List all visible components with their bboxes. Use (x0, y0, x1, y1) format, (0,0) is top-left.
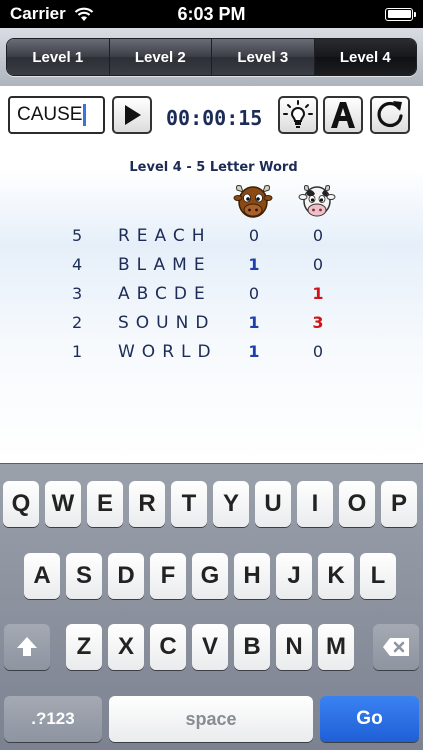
key-f[interactable]: F (150, 553, 186, 599)
key-b[interactable]: B (234, 624, 270, 670)
key-i[interactable]: I (297, 481, 333, 527)
shift-key[interactable] (4, 624, 50, 670)
key-z[interactable]: Z (66, 624, 102, 670)
cows-count: 0 (312, 342, 324, 361)
guess-row: 3 ABCDE 0 1 (0, 284, 423, 308)
guess-number: 1 (72, 342, 83, 361)
key-d[interactable]: D (108, 553, 144, 599)
key-k[interactable]: K (318, 553, 354, 599)
key-s[interactable]: S (66, 553, 102, 599)
guess-number: 4 (72, 255, 83, 274)
carrier-label: Carrier (10, 4, 66, 23)
delete-key[interactable] (373, 624, 419, 670)
go-key[interactable]: Go (320, 696, 419, 742)
hint-button[interactable] (278, 96, 318, 134)
key-o[interactable]: O (339, 481, 375, 527)
key-p[interactable]: P (381, 481, 417, 527)
cows-count: 1 (312, 284, 324, 303)
lightbulb-icon (283, 100, 313, 128)
letters-button[interactable] (323, 96, 363, 134)
battery-level (387, 10, 411, 18)
word-input-value: CAUSE (17, 104, 83, 125)
guess-word: BLAME (118, 255, 212, 275)
play-button[interactable] (112, 96, 152, 134)
guess-row: 1 WORLD 1 0 (0, 342, 423, 366)
key-m[interactable]: M (318, 624, 354, 670)
level-3-tab[interactable]: Level 3 (212, 39, 315, 75)
key-h[interactable]: H (234, 553, 270, 599)
key-g[interactable]: G (192, 553, 228, 599)
text-caret (83, 104, 87, 126)
wifi-icon (74, 7, 94, 21)
delete-icon (383, 638, 409, 656)
space-key[interactable]: space (109, 696, 313, 742)
numbers-key[interactable]: .?123 (4, 696, 102, 742)
guess-number: 5 (72, 226, 83, 245)
keyboard: .?123 space Go QWERTYUIOP ASDFGHJKL ZXCVBN… (0, 463, 423, 750)
level-title: Level 4 - 5 Letter Word (129, 160, 298, 175)
key-x[interactable]: X (108, 624, 144, 670)
key-j[interactable]: J (276, 553, 312, 599)
level-selector-bar: Level 1 Level 2 Level 3 Level 4 (0, 28, 423, 86)
guess-row: 5 REACH 0 0 (0, 226, 423, 250)
key-y[interactable]: Y (213, 481, 249, 527)
level-2-tab[interactable]: Level 2 (109, 39, 212, 75)
guess-number: 3 (72, 284, 83, 303)
guess-word: ABCDE (118, 284, 212, 304)
play-icon (125, 105, 141, 125)
bulls-count: 1 (248, 255, 260, 274)
key-n[interactable]: N (276, 624, 312, 670)
cows-count: 0 (312, 255, 324, 274)
level-4-tab[interactable]: Level 4 (314, 39, 416, 75)
key-t[interactable]: T (171, 481, 207, 527)
restart-button[interactable] (370, 96, 410, 134)
guess-word: SOUND (118, 313, 216, 333)
cow-icon (298, 185, 336, 217)
word-input[interactable]: CAUSE (8, 96, 105, 134)
guess-row: 2 SOUND 1 3 (0, 313, 423, 337)
key-q[interactable]: Q (3, 481, 39, 527)
key-l[interactable]: L (360, 553, 396, 599)
letter-a-icon (331, 102, 355, 128)
guess-number: 2 (72, 313, 83, 332)
level-1-tab[interactable]: Level 1 (7, 39, 110, 75)
key-c[interactable]: C (150, 624, 186, 670)
bull-icon (233, 185, 273, 218)
guess-word: WORLD (118, 342, 218, 362)
battery-icon (385, 7, 416, 21)
bulls-count: 1 (248, 313, 260, 332)
bulls-count: 0 (248, 284, 260, 303)
game-area: CAUSE 00:00:15 Level 4 - 5 Letter Word 5… (0, 86, 423, 463)
key-v[interactable]: V (192, 624, 228, 670)
game-timer: 00:00:15 (166, 106, 263, 130)
restart-icon (377, 101, 403, 128)
key-r[interactable]: R (129, 481, 165, 527)
cows-count: 0 (312, 226, 324, 245)
cows-count: 3 (312, 313, 324, 332)
key-e[interactable]: E (87, 481, 123, 527)
bulls-count: 0 (248, 226, 260, 245)
guess-row: 4 BLAME 1 0 (0, 255, 423, 279)
shift-icon (17, 637, 37, 656)
status-bar: Carrier 6:03 PM (0, 0, 423, 28)
key-a[interactable]: A (24, 553, 60, 599)
level-segmented-control: Level 1 Level 2 Level 3 Level 4 (6, 38, 417, 76)
key-w[interactable]: W (45, 481, 81, 527)
bulls-count: 1 (248, 342, 260, 361)
guess-word: REACH (118, 226, 212, 246)
key-u[interactable]: U (255, 481, 291, 527)
